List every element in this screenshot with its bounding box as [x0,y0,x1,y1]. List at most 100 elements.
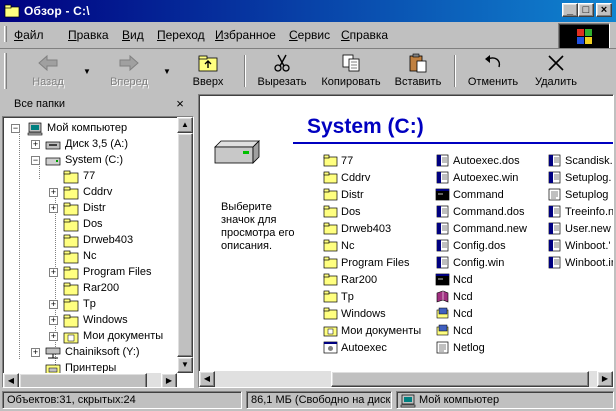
tree-item-my-computer[interactable]: − Мой компьютер [3,121,177,137]
file-item[interactable]: User.new [547,221,613,238]
title-bar[interactable]: Обзор - C:\ _ □ × [0,0,616,22]
expand-toggle-icon[interactable]: + [31,140,40,149]
expand-toggle-icon[interactable]: + [31,348,40,357]
paste-icon [409,53,427,73]
scroll-thumb[interactable] [177,133,193,357]
minimize-button[interactable]: _ [562,3,578,17]
file-item[interactable]: Ncd [435,323,545,340]
expand-toggle-icon[interactable]: + [49,316,58,325]
forward-dropdown-icon[interactable]: ▼ [163,67,171,76]
file-item[interactable]: Winboot.in [547,255,613,272]
tree-item-system-c[interactable]: − System (C:) [3,153,177,169]
content-horizontal-scrollbar[interactable]: ◀ ▶ [199,371,613,387]
tree-item-folder[interactable]: + Tp [3,297,177,313]
file-item[interactable]: Distr [323,187,433,204]
tree-item-folder[interactable]: + Windows [3,313,177,329]
scroll-right-icon[interactable]: ▶ [161,373,177,387]
scroll-left-icon[interactable]: ◀ [199,371,215,387]
tree-item-folder[interactable]: 77 [3,169,177,185]
file-item-label: Мои документы [341,325,422,337]
file-item[interactable]: Мои документы [323,323,433,340]
toolbar-grip[interactable] [4,53,7,89]
close-button[interactable]: × [596,3,612,17]
file-item[interactable]: Command.new [435,221,545,238]
setup-icon [436,324,449,336]
file-item[interactable]: Winboot.' [547,238,613,255]
file-item[interactable]: Dos [323,204,433,221]
file-item[interactable]: Treeinfo.n [547,204,614,221]
expand-toggle-icon[interactable]: + [49,300,58,309]
menu-go[interactable]: Переход [157,28,205,42]
undo-button[interactable]: Отменить [462,51,524,91]
scroll-thumb[interactable] [331,371,589,387]
maximize-button[interactable]: □ [578,3,594,17]
tree-item-network-drive-y[interactable]: + Chainiksoft (Y:) [3,345,177,361]
file-item[interactable]: Autoexec [323,340,433,357]
file-item[interactable]: Cddrv [323,170,433,187]
file-item[interactable]: Setuplog. [547,170,613,187]
scroll-thumb[interactable] [19,373,147,387]
menu-view[interactable]: Вид [122,28,144,42]
paste-button[interactable]: Вставить [388,51,448,91]
scroll-right-icon[interactable]: ▶ [597,371,613,387]
file-item-label: Treeinfo.n [565,206,614,218]
file-item[interactable]: Config.win [435,255,545,272]
file-item[interactable]: Autoexec.win [435,170,545,187]
tree-item-folder[interactable]: + Program Files [3,265,177,281]
menu-file[interactable]: Файл [14,28,44,42]
tree-item-folder[interactable]: + Мои документы [3,329,177,345]
file-item[interactable]: Command.dos [435,204,545,221]
file-item[interactable]: Windows [323,306,433,323]
collapse-toggle-icon[interactable]: − [11,124,20,133]
file-item[interactable]: Scandisk. [547,153,613,170]
tree-item-folder[interactable]: Dos [3,217,177,233]
file-item[interactable]: Program Files [323,255,433,272]
expand-toggle-icon[interactable]: + [49,188,58,197]
tree-horizontal-scrollbar[interactable]: ◀ ▶ [3,373,177,387]
menu-tools[interactable]: Сервис [289,28,330,42]
menu-grip[interactable] [4,26,7,42]
cut-button[interactable]: Вырезать [250,51,314,91]
file-item[interactable]: Nc [323,238,433,255]
menu-help[interactable]: Справка [341,28,388,42]
delete-button[interactable]: Удалить [530,51,582,91]
menu-favorites[interactable]: Избранное [215,28,276,42]
tree-item-folder[interactable]: Drweb403 [3,233,177,249]
file-item[interactable]: Ncd [435,306,545,323]
collapse-toggle-icon[interactable]: − [31,156,40,165]
back-button[interactable]: Назад [20,51,76,91]
file-item[interactable]: Ncd [435,272,545,289]
file-item[interactable]: Rar200 [323,272,433,289]
scroll-down-icon[interactable]: ▼ [177,357,193,373]
expand-toggle-icon[interactable]: + [49,332,58,341]
up-button[interactable]: Вверх [180,51,236,91]
file-item-label: Dos [341,206,361,218]
tree-item-floppy-a[interactable]: + Диск 3,5 (A:) [3,137,177,153]
file-item[interactable]: Config.dos [435,238,545,255]
scroll-left-icon[interactable]: ◀ [3,373,19,387]
forward-button[interactable]: Вперед [100,51,158,91]
file-item[interactable]: Ncd [435,289,545,306]
file-item[interactable]: Setuplog [547,187,613,204]
folder-icon [63,250,79,264]
tree-vertical-scrollbar[interactable]: ▲ ▼ [177,117,193,373]
tree-item-folder[interactable]: Nc [3,249,177,265]
expand-toggle-icon[interactable]: + [49,268,58,277]
menu-edit[interactable]: Правка [68,28,109,42]
file-item[interactable]: Tp [323,289,433,306]
tree-item-folder[interactable]: + Cddrv [3,185,177,201]
scroll-up-icon[interactable]: ▲ [177,117,193,133]
file-item[interactable]: Netlog [435,340,545,357]
folders-pane-close-icon[interactable]: × [172,96,188,112]
tree-item-folder[interactable]: Rar200 [3,281,177,297]
tree-item-folder[interactable]: + Distr [3,201,177,217]
file-item[interactable]: 77 [323,153,433,170]
file-item[interactable]: Command [435,187,545,204]
back-dropdown-icon[interactable]: ▼ [83,67,91,76]
copy-button[interactable]: Копировать [316,51,386,91]
folders-pane-title: Все папки [14,98,65,110]
file-item[interactable]: Autoexec.dos [435,153,545,170]
file-item-label: Distr [341,189,364,201]
file-item[interactable]: Drweb403 [323,221,433,238]
expand-toggle-icon[interactable]: + [49,204,58,213]
